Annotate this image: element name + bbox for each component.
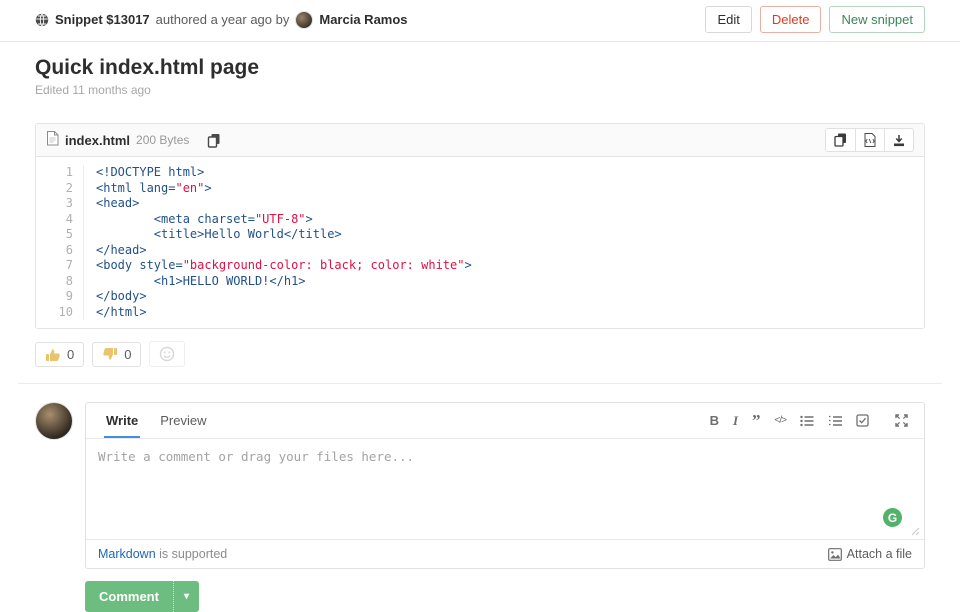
author-name[interactable]: Marcia Ramos: [319, 12, 407, 27]
file-size: 200 Bytes: [136, 133, 189, 147]
bullet-list-icon[interactable]: [794, 411, 820, 431]
file-name: index.html: [65, 133, 130, 148]
code-text: <body style="background-color: black; co…: [84, 258, 472, 274]
code-text: <html lang="en">: [84, 181, 212, 197]
authored-text: authored a year ago by: [156, 12, 290, 27]
line-number[interactable]: 3: [36, 196, 84, 212]
snippet-meta: Snippet $13017 authored a year ago by Ma…: [35, 11, 408, 29]
comment-form: Write Preview B I ” </>: [85, 402, 925, 569]
code-text: </html>: [84, 305, 147, 321]
thumbs-up-button[interactable]: 0: [35, 342, 84, 367]
md-tabs: Write Preview: [96, 403, 209, 438]
thumbs-down-button[interactable]: 0: [92, 342, 141, 367]
award-emoji-row: 0 0: [0, 329, 960, 367]
italic-icon[interactable]: I: [727, 409, 744, 433]
edit-button[interactable]: Edit: [705, 6, 751, 33]
comment-submit-label: Comment: [85, 581, 173, 612]
comment-input[interactable]: [86, 439, 924, 539]
new-comment-area: Write Preview B I ” </>: [0, 384, 960, 569]
line-number[interactable]: 8: [36, 274, 84, 290]
task-list-icon[interactable]: [850, 410, 875, 431]
line-number[interactable]: 10: [36, 305, 84, 321]
current-user-avatar: [35, 402, 73, 440]
page-title: Quick index.html page: [35, 56, 925, 80]
edited-timestamp: Edited 11 months ago: [35, 83, 925, 97]
line-number[interactable]: 1: [36, 165, 84, 181]
image-icon: [828, 548, 842, 561]
bold-icon[interactable]: B: [704, 409, 725, 432]
line-number[interactable]: 5: [36, 227, 84, 243]
copy-contents-icon[interactable]: [825, 128, 856, 152]
snippet-title-block: Quick index.html page Edited 11 months a…: [0, 42, 960, 97]
numbered-list-icon[interactable]: [822, 411, 848, 431]
tab-write[interactable]: Write: [104, 403, 140, 438]
code-line: 4 <meta charset="UTF-8">: [36, 212, 924, 228]
line-number[interactable]: 2: [36, 181, 84, 197]
md-toolbar: B I ” </>: [704, 409, 914, 433]
line-number[interactable]: 4: [36, 212, 84, 228]
code-viewer: 1<!DOCTYPE html>2<html lang="en">3<head>…: [36, 157, 924, 328]
add-award-emoji-button[interactable]: [149, 341, 185, 367]
code-line: 2<html lang="en">: [36, 181, 924, 197]
code-line: 6</head>: [36, 243, 924, 259]
comment-dropdown-caret[interactable]: ▾: [173, 581, 199, 612]
code-icon[interactable]: </>: [769, 411, 792, 430]
thumbs-down-count: 0: [124, 347, 131, 362]
code-line: 8 <h1>HELLO WORLD!</h1>: [36, 274, 924, 290]
open-raw-icon[interactable]: [856, 128, 885, 152]
grammarly-icon[interactable]: G: [883, 508, 902, 527]
line-number[interactable]: 6: [36, 243, 84, 259]
new-snippet-button[interactable]: New snippet: [829, 6, 925, 33]
snippet-ref: Snippet $13017: [55, 12, 150, 27]
line-number[interactable]: 9: [36, 289, 84, 305]
code-text: <title>Hello World</title>: [84, 227, 342, 243]
delete-button[interactable]: Delete: [760, 6, 822, 33]
snippet-actions: Edit Delete New snippet: [705, 6, 925, 33]
code-line: 7<body style="background-color: black; c…: [36, 258, 924, 274]
submit-row: Comment ▾: [0, 569, 960, 612]
copy-file-path-icon[interactable]: [203, 131, 225, 150]
code-text: </body>: [84, 289, 147, 305]
blockquote-icon[interactable]: ”: [746, 412, 767, 430]
file-viewer: index.html 200 Bytes: [35, 123, 925, 329]
resize-grip-icon[interactable]: [911, 527, 920, 536]
visibility-globe-icon: [35, 13, 49, 27]
tab-preview[interactable]: Preview: [158, 403, 208, 438]
markdown-supported-text: is supported: [156, 547, 228, 561]
code-line: 1<!DOCTYPE html>: [36, 165, 924, 181]
snippet-header: Snippet $13017 authored a year ago by Ma…: [0, 0, 960, 42]
download-icon[interactable]: [885, 128, 914, 152]
thumbs-up-icon: [45, 347, 61, 362]
code-line: 5 <title>Hello World</title>: [36, 227, 924, 243]
line-number[interactable]: 7: [36, 258, 84, 274]
comment-footer: Markdown is supported Attach a file: [86, 539, 924, 568]
attach-file-label: Attach a file: [847, 547, 912, 561]
fullscreen-icon[interactable]: [889, 410, 914, 431]
code-line: 9</body>: [36, 289, 924, 305]
markdown-link[interactable]: Markdown: [98, 547, 156, 561]
smiley-icon: [159, 346, 175, 362]
file-actions: [825, 128, 914, 152]
code-line: 3<head>: [36, 196, 924, 212]
file-header: index.html 200 Bytes: [36, 124, 924, 157]
code-text: <h1>HELLO WORLD!</h1>: [84, 274, 306, 290]
code-text: </head>: [84, 243, 147, 259]
author-avatar[interactable]: [295, 11, 313, 29]
code-text: <!DOCTYPE html>: [84, 165, 204, 181]
thumbs-up-count: 0: [67, 347, 74, 362]
thumbs-down-icon: [102, 347, 118, 362]
code-line: 10</html>: [36, 305, 924, 321]
comment-submit-button[interactable]: Comment ▾: [85, 581, 199, 612]
code-text: <meta charset="UTF-8">: [84, 212, 313, 228]
code-text: <head>: [84, 196, 139, 212]
file-icon: [46, 131, 59, 149]
attach-file-button[interactable]: Attach a file: [828, 547, 912, 561]
